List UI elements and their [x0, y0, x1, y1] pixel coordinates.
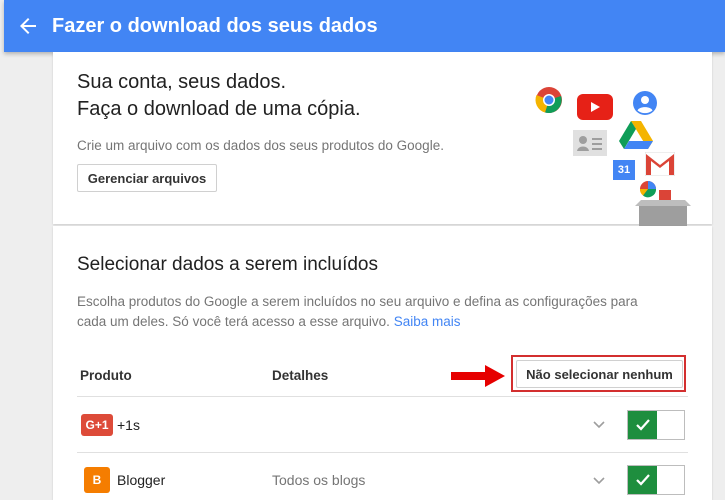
product-name: +1s [117, 417, 140, 433]
gmail-icon [645, 152, 675, 176]
product-toggle[interactable] [627, 465, 685, 495]
google-plus-one-icon: G+1 [81, 414, 113, 436]
product-icons-illustration: 31 [523, 86, 703, 226]
hero-description: Crie um arquivo com os dados dos seus pr… [77, 138, 444, 153]
checkmark-icon [628, 411, 657, 439]
hero-line1: Sua conta, seus dados. [77, 71, 287, 93]
calendar-day: 31 [617, 164, 631, 176]
chrome-icon [535, 86, 563, 114]
section-desc-line1: Escolha produtos do Google a serem inclu… [77, 294, 638, 309]
learn-more-link[interactable]: Saiba mais [394, 314, 461, 329]
column-header-product: Produto [80, 368, 132, 383]
calendar-icon: 31 [613, 160, 635, 180]
hero-line2: Faça o download de uma cópia. [77, 98, 361, 120]
section-description: Escolha produtos do Google a serem inclu… [77, 292, 677, 332]
box-icon [635, 190, 691, 226]
chevron-down-icon[interactable] [593, 418, 605, 432]
hero-heading: Sua conta, seus dados. Faça o download d… [77, 69, 361, 123]
hero-card: Sua conta, seus dados. Faça o download d… [53, 52, 712, 226]
contacts-icon [573, 130, 607, 156]
blogger-icon: B [84, 467, 110, 493]
product-details: Todos os blogs [272, 472, 366, 488]
select-none-button[interactable]: Não selecionar nenhum [516, 360, 683, 388]
manage-archives-button[interactable]: Gerenciar arquivos [77, 164, 217, 192]
product-name: Blogger [117, 472, 166, 488]
profile-icon [633, 91, 657, 115]
page-title: Fazer o download dos seus dados [52, 14, 378, 37]
chevron-down-icon[interactable] [593, 474, 605, 488]
drive-icon [619, 120, 653, 150]
youtube-icon [577, 94, 613, 120]
row-divider [77, 452, 688, 453]
header-divider [77, 396, 688, 397]
section-desc-line2: cada um deles. Só você terá acesso a ess… [77, 314, 390, 329]
product-toggle[interactable] [627, 410, 685, 440]
arrow-right-icon [451, 365, 505, 392]
section-title: Selecionar dados a serem incluídos [77, 254, 379, 275]
arrow-left-icon[interactable] [4, 0, 52, 52]
select-data-card: Selecionar dados a serem incluídos Escol… [53, 226, 712, 500]
checkmark-icon [628, 466, 657, 494]
app-bar: Fazer o download dos seus dados [4, 0, 725, 52]
column-header-details: Detalhes [272, 368, 329, 383]
